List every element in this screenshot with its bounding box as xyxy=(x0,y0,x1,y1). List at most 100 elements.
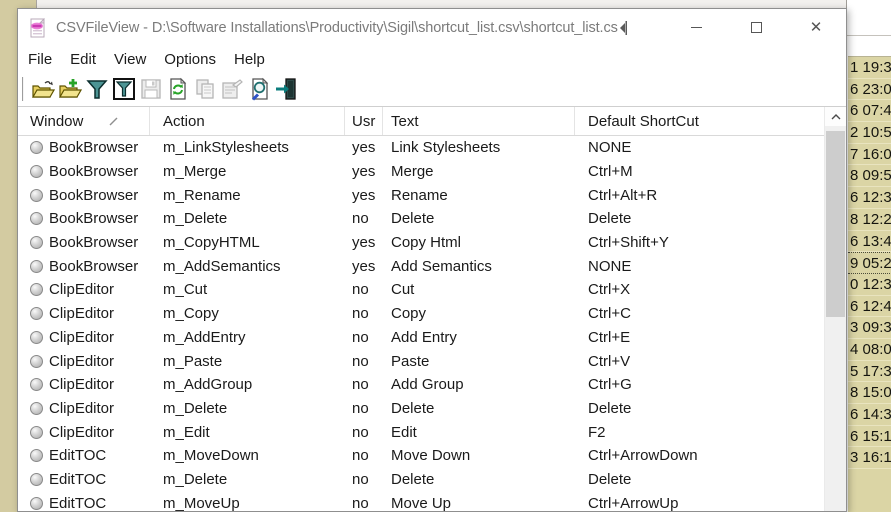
table-row[interactable]: ClipEditor m_Copy no Copy Ctrl+C xyxy=(18,302,824,326)
table-cell: Ctrl+E xyxy=(588,328,631,346)
menu-edit[interactable]: Edit xyxy=(61,48,105,71)
table-cell: Delete xyxy=(391,470,435,488)
table-cell: m_CopyHTML xyxy=(163,234,260,252)
menu-file[interactable]: File xyxy=(19,48,61,71)
background-time-row[interactable]: 8 15:03: xyxy=(848,382,891,404)
background-time-row[interactable]: 6 23:01: xyxy=(848,79,891,101)
background-time-row[interactable]: 3 09:35: xyxy=(848,317,891,339)
table-cell: yes xyxy=(352,186,376,204)
table-cell: ClipEditor xyxy=(18,302,150,326)
table-cell: ClipEditor xyxy=(18,326,150,350)
table-cell: EditTOC xyxy=(18,444,150,468)
background-time-row[interactable]: 6 14:33: xyxy=(848,404,891,426)
menu-help[interactable]: Help xyxy=(225,48,274,71)
background-window-right-sliver: 1 19:35:6 23:01:6 07:40:2 10:55:7 16:03:… xyxy=(846,0,891,512)
minimize-button[interactable] xyxy=(666,9,726,46)
row-bullet-icon xyxy=(30,330,43,344)
sort-ascending-icon xyxy=(109,117,118,125)
table-cell: no xyxy=(352,281,369,299)
table-cell: Ctrl+Shift+Y xyxy=(588,234,669,252)
table-row[interactable]: ClipEditor m_Cut no Cut Ctrl+X xyxy=(18,278,824,302)
table-cell: yes xyxy=(352,163,376,181)
table-cell: Edit xyxy=(391,423,417,441)
find-button[interactable] xyxy=(245,76,272,103)
table-cell: ClipEditor xyxy=(18,373,150,397)
window-title: CSVFileView - D:\Software Installations\… xyxy=(56,19,618,36)
table-row[interactable]: BookBrowser m_Merge yes Merge Ctrl+M xyxy=(18,160,824,184)
filter-funnel-icon xyxy=(85,80,108,99)
background-time-row[interactable]: 6 13:48: xyxy=(848,231,891,253)
table-cell: no xyxy=(352,376,369,394)
table-cell: m_MoveDown xyxy=(163,447,259,465)
background-time-row[interactable]: 8 12:21: xyxy=(848,209,891,231)
table-cell: Delete xyxy=(588,399,632,417)
toolbar xyxy=(18,72,846,106)
column-header-window[interactable]: Window xyxy=(18,107,150,135)
row-bullet-icon xyxy=(30,165,43,179)
filter-button[interactable] xyxy=(83,76,110,103)
table-row[interactable]: BookBrowser m_Rename yes Rename Ctrl+Alt+R xyxy=(18,183,824,207)
table-row[interactable]: ClipEditor m_AddGroup no Add Group Ctrl+G xyxy=(18,373,824,397)
column-header-default-shortcut[interactable]: Default ShortCut xyxy=(575,107,824,135)
close-button[interactable]: ✕ xyxy=(786,9,846,46)
table-row[interactable]: BookBrowser m_AddSemantics yes Add Semantic… xyxy=(18,254,824,278)
column-header-text[interactable]: Text xyxy=(383,107,575,135)
table-row[interactable]: ClipEditor m_Paste no Paste Ctrl+V xyxy=(18,349,824,373)
background-time-row[interactable]: 7 16:03: xyxy=(848,144,891,166)
table-cell: ClipEditor xyxy=(18,397,150,421)
table-cell: Move Up xyxy=(391,494,452,511)
save-button xyxy=(137,76,164,103)
advanced-filter-button[interactable] xyxy=(110,76,137,103)
row-bullet-icon xyxy=(30,378,43,392)
background-time-row[interactable]: 6 12:31: xyxy=(848,187,891,209)
table-cell: m_Paste xyxy=(163,352,223,370)
table-cell: BookBrowser xyxy=(18,136,150,160)
column-header-action[interactable]: Action xyxy=(150,107,345,135)
background-time-row[interactable]: 6 15:19: xyxy=(848,426,891,448)
background-time-row[interactable]: 6 07:40: xyxy=(848,100,891,123)
folder-plus-icon xyxy=(58,79,82,98)
maximize-button[interactable] xyxy=(726,9,786,46)
table-row[interactable]: ClipEditor m_AddEntry no Add Entry Ctrl+E xyxy=(18,326,824,350)
table-row[interactable]: BookBrowser m_LinkStylesheets yes Link Styl… xyxy=(18,136,824,160)
table-row[interactable]: EditTOC m_MoveDown no Move Down Ctrl+ArrowDo… xyxy=(18,444,824,468)
background-time-row[interactable]: 6 12:42: xyxy=(848,296,891,318)
background-time-row[interactable]: 3 16:18: xyxy=(848,447,891,470)
row-bullet-icon xyxy=(30,449,43,463)
scrollbar-up-button[interactable] xyxy=(825,107,846,126)
table-row[interactable]: ClipEditor m_Delete no Delete Delete xyxy=(18,397,824,421)
table-cell: NONE xyxy=(588,257,632,275)
exit-door-icon xyxy=(275,78,296,100)
exit-button[interactable] xyxy=(272,76,299,103)
background-time-row[interactable]: 1 19:35: xyxy=(848,57,891,79)
table-cell: BookBrowser xyxy=(18,183,150,207)
table-cell: F2 xyxy=(588,423,606,441)
refresh-button[interactable] xyxy=(164,76,191,103)
table-row[interactable]: EditTOC m_MoveUp no Move Up Ctrl+ArrowUp xyxy=(18,491,824,511)
background-time-row[interactable]: 2 10:55: xyxy=(848,122,891,144)
column-header-usr[interactable]: Usr xyxy=(345,107,383,135)
table-cell: BookBrowser xyxy=(18,207,150,231)
table-cell: no xyxy=(352,423,369,441)
toolbar-grip xyxy=(22,77,24,101)
background-time-row[interactable]: 9 05:25: xyxy=(848,252,891,274)
background-time-row[interactable]: 4 08:03: xyxy=(848,339,891,361)
scrollbar-thumb[interactable] xyxy=(826,131,845,317)
title-bar[interactable]: CSVFileView - D:\Software Installations\… xyxy=(18,9,846,46)
background-time-row[interactable]: 5 17:33: xyxy=(848,361,891,383)
open-folder-add-button[interactable] xyxy=(56,76,83,103)
table-row[interactable]: BookBrowser m_CopyHTML yes Copy Html Ctrl+Sh… xyxy=(18,231,824,255)
open-file-button[interactable] xyxy=(29,76,56,103)
menu-options[interactable]: Options xyxy=(155,48,225,71)
table-row[interactable]: BookBrowser m_Delete no Delete Delete xyxy=(18,207,824,231)
background-time-row[interactable]: 0 12:36: xyxy=(848,274,891,296)
table-cell: Ctrl+G xyxy=(588,376,632,394)
table-cell: Ctrl+V xyxy=(588,352,631,370)
table-row[interactable]: EditTOC m_Delete no Delete Delete xyxy=(18,468,824,492)
table-cell: m_Delete xyxy=(163,470,228,488)
background-time-row[interactable]: 8 09:52: xyxy=(848,165,891,188)
vertical-scrollbar[interactable] xyxy=(824,107,846,511)
row-bullet-icon xyxy=(30,425,43,439)
table-row[interactable]: ClipEditor m_Edit no Edit F2 xyxy=(18,420,824,444)
menu-view[interactable]: View xyxy=(105,48,155,71)
